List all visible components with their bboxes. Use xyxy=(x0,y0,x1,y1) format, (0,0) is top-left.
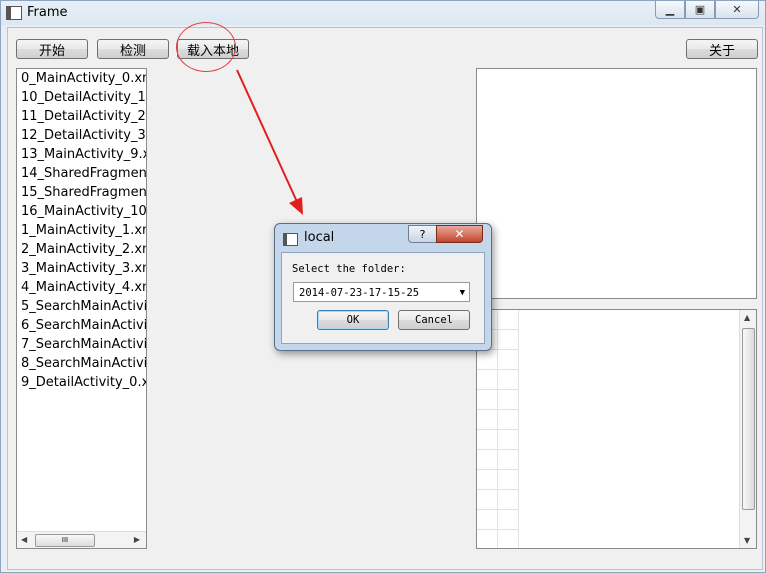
folder-select[interactable]: 2014-07-23-17-15-25 ▼ xyxy=(293,282,470,302)
close-icon: ✕ xyxy=(454,227,465,241)
ok-button[interactable]: OK xyxy=(317,310,389,330)
folder-select-value: 2014-07-23-17-15-25 xyxy=(299,287,420,299)
folder-label: Select the folder: xyxy=(292,263,406,275)
chevron-down-icon[interactable]: ▼ xyxy=(460,283,465,303)
cancel-button[interactable]: Cancel xyxy=(398,310,470,330)
dialog-body: Select the folder: 2014-07-23-17-15-25 ▼… xyxy=(281,252,485,344)
dialog-title: local xyxy=(304,230,335,245)
dialog-close-button[interactable]: ✕ xyxy=(436,225,483,243)
dialog-icon xyxy=(283,233,298,246)
help-icon: ? xyxy=(419,227,426,241)
help-button[interactable]: ? xyxy=(408,225,437,243)
folder-dialog: local ? ✕ Select the folder: 2014-07-23-… xyxy=(274,223,492,351)
